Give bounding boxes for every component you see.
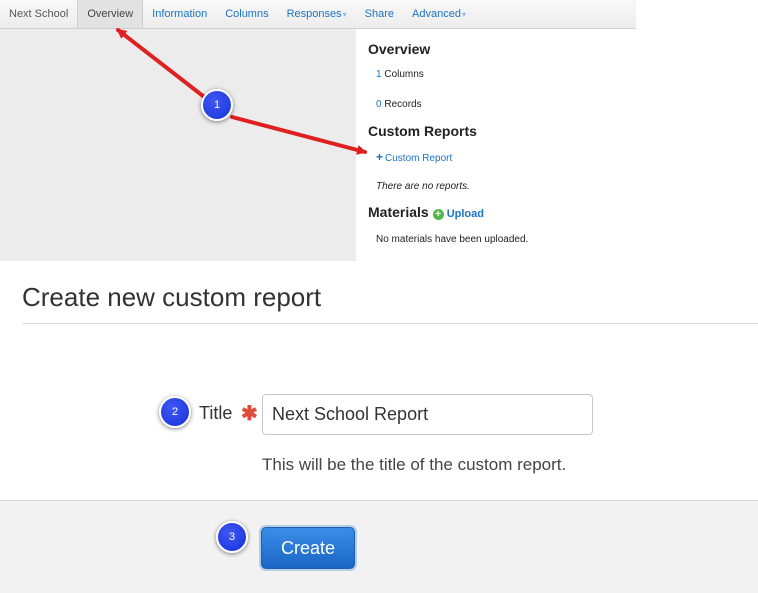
title-input[interactable] bbox=[262, 394, 593, 435]
custom-reports-heading: Custom Reports bbox=[368, 123, 477, 139]
columns-stat: 1 Columns bbox=[376, 69, 424, 80]
records-stat: 0 Records bbox=[376, 99, 422, 110]
create-button[interactable]: Create bbox=[261, 527, 355, 569]
plus-icon: + bbox=[376, 150, 384, 164]
chevron-down-icon: ▾ bbox=[461, 10, 466, 19]
main-content-area bbox=[0, 29, 356, 261]
chevron-down-icon: ▾ bbox=[342, 10, 347, 19]
callout-3: 3 bbox=[216, 521, 248, 553]
tab-share[interactable]: Share bbox=[356, 0, 403, 28]
form-actions-bar bbox=[0, 500, 758, 593]
tab-information[interactable]: Information bbox=[143, 0, 216, 28]
title-field-label: Title bbox=[199, 403, 233, 423]
tab-advanced[interactable]: Advanced▾ bbox=[403, 0, 475, 28]
callout-2: 2 bbox=[159, 396, 191, 428]
callout-1: 1 bbox=[201, 89, 233, 121]
overview-heading: Overview bbox=[368, 41, 431, 57]
divider bbox=[22, 323, 758, 324]
add-custom-report-link[interactable]: + Custom Report bbox=[376, 150, 452, 164]
title-help-text: This will be the title of the custom rep… bbox=[262, 455, 567, 474]
upload-plus-icon[interactable]: + bbox=[432, 209, 444, 220]
page-title: Create new custom report bbox=[22, 282, 322, 312]
records-count-link[interactable]: 0 bbox=[376, 99, 382, 110]
tab-responses[interactable]: Responses▾ bbox=[278, 0, 356, 28]
columns-count-link[interactable]: 1 bbox=[376, 69, 382, 80]
no-materials-text: No materials have been uploaded. bbox=[376, 234, 529, 245]
tab-overview[interactable]: Overview bbox=[77, 0, 144, 28]
no-reports-text: There are no reports. bbox=[376, 181, 470, 192]
tab-columns[interactable]: Columns bbox=[216, 0, 277, 28]
tab-next-school[interactable]: Next School bbox=[0, 0, 77, 28]
materials-heading-row: Materials + Upload bbox=[368, 204, 484, 220]
top-tab-bar: Next School Overview Information Columns… bbox=[0, 0, 636, 29]
required-asterisk-icon: ✱ bbox=[241, 403, 258, 425]
overview-sidebar: Overview 1 Columns 0 Records Custom Repo… bbox=[356, 29, 636, 261]
upload-link[interactable]: Upload bbox=[447, 208, 484, 220]
